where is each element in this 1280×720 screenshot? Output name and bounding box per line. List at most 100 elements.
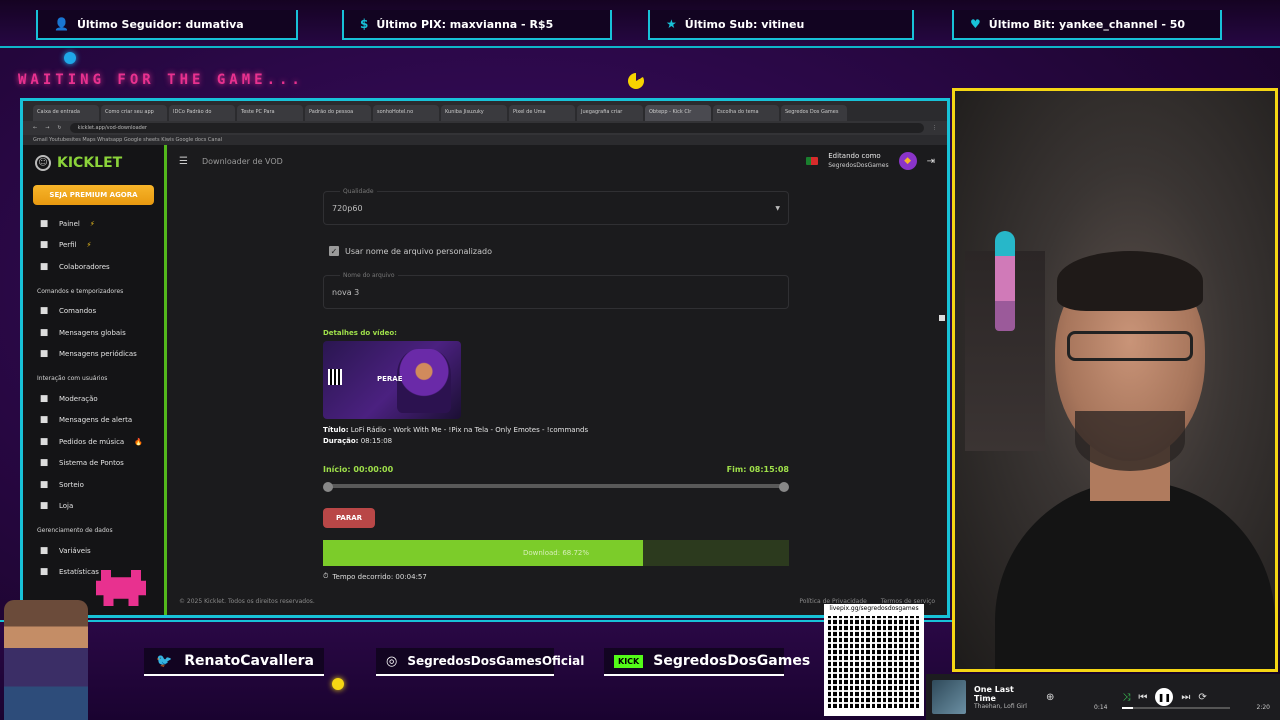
premium-button[interactable]: SEJA PREMIUM AGORA (33, 185, 154, 205)
main-content: ☰ Downloader de VOD Editando como Segred… (167, 145, 947, 615)
browser-tab[interactable]: Caixa de entrada (33, 105, 99, 121)
kicklet-logo[interactable]: ☺ KICKLET (23, 151, 164, 175)
browser-tab[interactable]: Obtepp - Kick Clr (645, 105, 711, 121)
sidebar-item-vari-veis[interactable]: ■ Variáveis (23, 540, 164, 562)
dashboard-icon: ■ (39, 218, 49, 229)
heart-icon: ♥ (970, 17, 981, 31)
duration-value: 08:15:08 (360, 437, 393, 445)
browser-tab[interactable]: Padrão do pessoa (305, 105, 371, 121)
tab-strip: Caixa de entrada Como criar seu app IDCo P… (23, 101, 947, 121)
shuffle-icon[interactable]: ⤨ (1122, 692, 1130, 703)
last-bit-alert: ♥ Último Bit: yankee_channel - 50 (952, 10, 1222, 40)
shield-icon: ■ (39, 393, 49, 404)
sidebar: ☺ KICKLET SEJA PREMIUM AGORA ■ Painel ⚡ ■ Pe… (23, 145, 167, 615)
sidebar-item-painel[interactable]: ■ Painel ⚡ (23, 213, 164, 235)
custom-filename-toggle[interactable]: ✓ Usar nome de arquivo personalizado (323, 245, 789, 257)
url-input[interactable]: kicklet.app/vod-downloader (69, 123, 924, 133)
page-title: Downloader de VOD (201, 156, 283, 166)
filename-field[interactable]: Nome do arquivo nova 3 (323, 272, 789, 309)
star-icon: ■ (39, 458, 49, 469)
browser-tab[interactable]: Teste PC Para (237, 105, 303, 121)
timer-icon: ■ (39, 349, 49, 360)
variables-icon: ■ (39, 545, 49, 556)
quality-value: 720p60 (332, 203, 363, 213)
range-labels: Início: 00:00:00 Fim: 08:15:08 (323, 465, 789, 474)
sidebar-item-mensagens-globais[interactable]: ■ Mensagens globais (23, 322, 164, 344)
alert-text: Último Seguidor: dumativa (76, 17, 244, 31)
back-icon[interactable]: ← (33, 125, 37, 131)
pixel-avatar (4, 600, 88, 720)
next-icon[interactable]: ⏭ (1181, 692, 1190, 703)
album-art (932, 680, 966, 714)
sidebar-item-pedidos-de-m-sica[interactable]: ■ Pedidos de música 🔥 (23, 431, 164, 453)
browser-tab[interactable]: Segredos Dos Games (781, 105, 847, 121)
playback-fill (1122, 707, 1133, 709)
browser-tab[interactable]: IDCo Padrão do (169, 105, 235, 121)
streamer-hair (1057, 251, 1203, 311)
commands-icon: ■ (39, 306, 49, 317)
slider-track (327, 484, 785, 488)
browser-tab[interactable]: Pixel de Uma (509, 105, 575, 121)
sidebar-item-estat-sticas[interactable]: ■ Estatísticas (23, 562, 164, 584)
extensions-icon[interactable]: ⋮ (932, 125, 937, 131)
anime-figure (995, 231, 1015, 331)
sidebar-item-label: Variáveis (59, 546, 91, 555)
browser-tab[interactable]: Juegagrafia criar (577, 105, 643, 121)
add-icon[interactable]: ⊕ (1046, 692, 1054, 703)
video-title-label: Título: (323, 426, 349, 434)
sidebar-item-loja[interactable]: ■ Loja (23, 496, 164, 518)
streamer-beard (1075, 411, 1185, 471)
sidebar-item-sistema-de-pontos[interactable]: ■ Sistema de Pontos (23, 453, 164, 475)
filename-value: nova 3 (332, 287, 360, 297)
sidebar-item-label: Loja (59, 502, 74, 511)
address-bar: ← → ↻ kicklet.app/vod-downloader ⋮ (23, 121, 947, 135)
profile-icon: ■ (39, 240, 49, 251)
kick-handle-text: SegredosDosGames (653, 653, 811, 669)
avatar[interactable]: ◆ (898, 152, 917, 170)
pause-icon[interactable]: ❚❚ (1155, 688, 1174, 706)
sidebar-item-colaboradores[interactable]: ■ Colaboradores (23, 256, 164, 278)
forward-icon[interactable]: → (45, 125, 49, 131)
sidebar-item-label: Moderação (59, 394, 98, 403)
vod-downloader-form: Qualidade 720p60 ▼ ✓ Usar nome de arquiv… (323, 188, 789, 581)
editing-as: Editando como SegredosDosGames (828, 151, 888, 171)
kick-handle: KICK SegredosDosGames (604, 648, 810, 676)
sidebar-item-sorteio[interactable]: ■ Sorteio (23, 474, 164, 496)
end-time: Fim: 08:15:08 (726, 465, 789, 474)
repeat-icon[interactable]: ⟳ (1198, 692, 1206, 703)
menu-icon[interactable]: ☰ (179, 156, 188, 167)
logout-icon[interactable]: ⇥ (927, 156, 935, 167)
sidebar-item-comandos[interactable]: ■ Comandos (23, 301, 164, 323)
sidebar-item-label: Mensagens globais (59, 328, 126, 337)
kicklet-app: ☺ KICKLET SEJA PREMIUM AGORA ■ Painel ⚡ ■ Pe… (23, 145, 947, 615)
time-range-slider[interactable] (323, 482, 789, 492)
user-icon: 👤 (54, 17, 69, 31)
decorative-dot (332, 678, 344, 690)
stop-button[interactable]: PARAR (323, 508, 375, 528)
sidebar-item-mensagens-peri-dicas[interactable]: ■ Mensagens periódicas (23, 344, 164, 366)
song-title: One Last Time (974, 684, 1014, 703)
language-flag-icon[interactable] (806, 157, 819, 165)
instagram-handle-text: SegredosDosGamesOficial (407, 654, 585, 668)
sidebar-item-mensagens-de-alerta[interactable]: ■ Mensagens de alerta (23, 410, 164, 432)
reload-icon[interactable]: ↻ (57, 125, 61, 131)
sidebar-item-perfil[interactable]: ■ Perfil ⚡ (23, 235, 164, 257)
slider-start-handle[interactable] (323, 482, 333, 492)
quality-select[interactable]: Qualidade 720p60 ▼ (323, 188, 789, 225)
instagram-handle: ◎ SegredosDosGamesOficial (376, 648, 584, 676)
slider-end-handle[interactable] (779, 482, 789, 492)
scrollbar-thumb[interactable] (939, 315, 945, 321)
checkbox-icon[interactable]: ✓ (329, 246, 339, 256)
browser-tab[interactable]: Como criar seu app (101, 105, 167, 121)
music-icon: ■ (39, 436, 49, 447)
previous-icon[interactable]: ⏮ (1138, 692, 1147, 703)
twitter-handle: 🐦 RenatoCavallera (144, 648, 324, 676)
sidebar-item-badge: ⚡ (86, 241, 92, 250)
browser-tab[interactable]: Escolha do tema (713, 105, 779, 121)
browser-tab[interactable]: Kuniba Jisuzuky (441, 105, 507, 121)
sidebar-item-modera-o[interactable]: ■ Moderação (23, 388, 164, 410)
browser-tab[interactable]: sonhoHotel.no (373, 105, 439, 121)
playback-progress[interactable] (1122, 707, 1230, 709)
alert-text: Último Sub: vitineu (684, 17, 805, 31)
app-footer: © 2025 Kicklet. Todos os direitos reserv… (179, 598, 935, 605)
